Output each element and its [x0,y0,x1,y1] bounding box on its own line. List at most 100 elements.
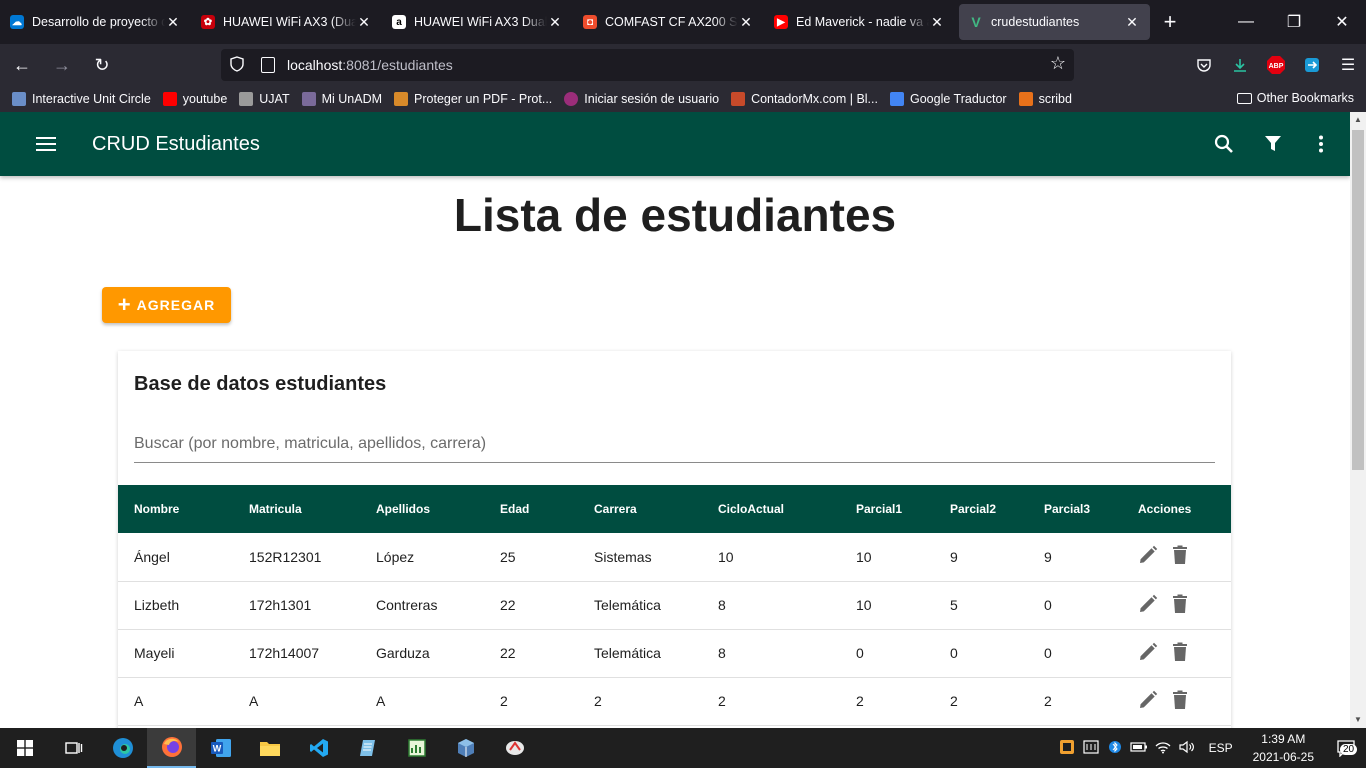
cell-matricula: A [233,677,360,726]
tray-network-app-icon[interactable] [1079,739,1103,757]
more-vert-icon[interactable] [1307,130,1335,158]
close-tab-icon[interactable]: ✕ [929,14,945,31]
column-header[interactable]: Matricula [233,485,360,533]
spreadsheet-app-icon[interactable] [392,728,441,768]
delete-icon[interactable] [1170,642,1190,665]
scrollbar-thumb[interactable] [1352,130,1364,470]
browser-tab[interactable]: ▶ Ed Maverick - nadie va a p ✕ [764,4,955,40]
column-header[interactable]: Parcial3 [1028,485,1122,533]
firefox-icon[interactable] [147,728,196,768]
column-header[interactable]: Nombre [118,485,233,533]
new-tab-button[interactable]: + [1150,9,1190,35]
column-header[interactable]: Edad [484,485,578,533]
hamburger-menu-icon[interactable] [36,137,56,151]
browser-tab[interactable]: ✿ HUAWEI WiFi AX3 (Dual-C ✕ [191,4,382,40]
app-title: CRUD Estudiantes [92,133,260,155]
bookmark-label: ContadorMx.com | Bl... [751,92,878,106]
cell-ciclo: 8 [702,581,840,630]
cell-carrera: Telemática [578,581,702,630]
close-tab-icon[interactable]: ✕ [547,14,563,31]
bookmark-item[interactable]: ContadorMx.com | Bl... [731,92,878,106]
menu-icon[interactable]: ☰ [1330,55,1366,75]
file-explorer-icon[interactable] [245,728,294,768]
forward-icon[interactable]: → [44,49,80,81]
browser-tab[interactable]: a HUAWEI WiFi AX3 Dual-C ✕ [382,4,573,40]
cell-parcial2: 0 [934,629,1028,678]
bookmark-item[interactable]: youtube [162,92,227,106]
app-icon[interactable] [490,728,539,768]
add-button[interactable]: + AGREGAR [102,287,231,323]
browser-tab[interactable]: ☁ Desarrollo de proyecto de ✕ [0,4,191,40]
table-row: Lizbeth 172h1301 Contreras 22 Telemática… [118,581,1231,630]
delete-icon[interactable] [1170,594,1190,617]
tab-title: HUAWEI WiFi AX3 (Dual-C [223,15,356,29]
vscode-icon[interactable] [294,728,343,768]
tray-app-icon[interactable] [1055,739,1079,758]
edit-icon[interactable] [1138,545,1158,568]
edge-icon[interactable] [98,728,147,768]
bookmark-item[interactable]: Iniciar sesión de usuario [564,92,719,106]
adblock-icon[interactable]: ABP [1258,55,1294,75]
bookmark-item[interactable]: Google Traductor [889,92,1007,106]
cell-acciones [1122,581,1231,630]
close-tab-icon[interactable]: ✕ [1124,14,1140,31]
edit-icon[interactable] [1138,594,1158,617]
restore-icon[interactable]: ❐ [1270,0,1318,44]
edit-icon[interactable] [1138,642,1158,665]
downloads-icon[interactable] [1222,57,1258,73]
clock[interactable]: 1:39 AM 2021-06-25 [1253,730,1314,766]
delete-icon[interactable] [1170,545,1190,568]
bookmark-item[interactable]: UJAT [239,92,290,106]
notepad-icon[interactable] [343,728,392,768]
toolbar-extensions: ABP ☰ [1186,49,1366,81]
delete-icon[interactable] [1170,690,1190,713]
bookmark-item[interactable]: scribd [1018,92,1072,106]
windows-start-icon[interactable] [0,728,49,768]
column-header[interactable]: Parcial1 [840,485,934,533]
url-bar[interactable]: localhost:8081/estudiantes ☆ [221,49,1074,81]
notification-center-icon[interactable]: 20 [1326,739,1366,757]
bookmark-item[interactable]: Interactive Unit Circle [12,92,151,106]
other-bookmarks[interactable]: Other Bookmarks [1236,91,1354,105]
browser-tab[interactable]: ◘ COMFAST CF AX200 SE 30 ✕ [573,4,764,40]
cell-carrera: 2 [578,677,702,726]
column-header[interactable]: Apellidos [360,485,484,533]
bookmark-star-icon[interactable]: ☆ [1050,53,1066,74]
task-view-icon[interactable] [49,728,98,768]
search-icon[interactable] [1210,130,1238,158]
cloud-icon: ☁ [10,15,24,29]
column-header[interactable]: CicloActual [702,485,840,533]
scroll-up-icon[interactable]: ▲ [1350,112,1366,128]
browser-tab-active[interactable]: V crudestudiantes ✕ [959,4,1150,40]
bookmark-item[interactable]: Proteger un PDF - Prot... [394,92,552,106]
cell-parcial2: 9 [934,533,1028,582]
close-tab-icon[interactable]: ✕ [356,14,372,31]
scroll-down-icon[interactable]: ▼ [1350,712,1366,728]
close-tab-icon[interactable]: ✕ [738,14,754,31]
close-tab-icon[interactable]: ✕ [165,14,181,31]
filter-icon[interactable] [1259,130,1287,158]
reload-icon[interactable]: ↻ [84,49,120,81]
bookmark-item[interactable]: Mi UnADM [301,92,382,106]
page-icon[interactable] [261,57,275,73]
minimize-icon[interactable]: — [1222,0,1270,44]
virtualbox-icon[interactable] [441,728,490,768]
pocket-icon[interactable] [1186,57,1222,73]
edit-icon[interactable] [1138,690,1158,713]
wifi-icon[interactable] [1151,740,1175,757]
column-header[interactable]: Carrera [578,485,702,533]
close-window-icon[interactable]: ✕ [1318,0,1366,44]
language-indicator[interactable]: ESP [1209,741,1233,755]
column-header[interactable]: Parcial2 [934,485,1028,533]
translate-extension-icon[interactable] [1294,57,1330,73]
shop-icon: ◘ [583,15,597,29]
page-scrollbar[interactable]: ▲ ▼ [1350,112,1366,728]
bluetooth-icon[interactable] [1103,739,1127,758]
volume-icon[interactable] [1175,740,1199,757]
back-icon[interactable]: ← [4,49,40,81]
word-icon[interactable]: W [196,728,245,768]
shield-icon[interactable] [229,55,249,75]
cell-parcial3: 0 [1028,629,1122,678]
battery-icon[interactable] [1127,741,1151,756]
search-input[interactable]: Buscar (por nombre, matricula, apellidos… [134,435,1215,463]
